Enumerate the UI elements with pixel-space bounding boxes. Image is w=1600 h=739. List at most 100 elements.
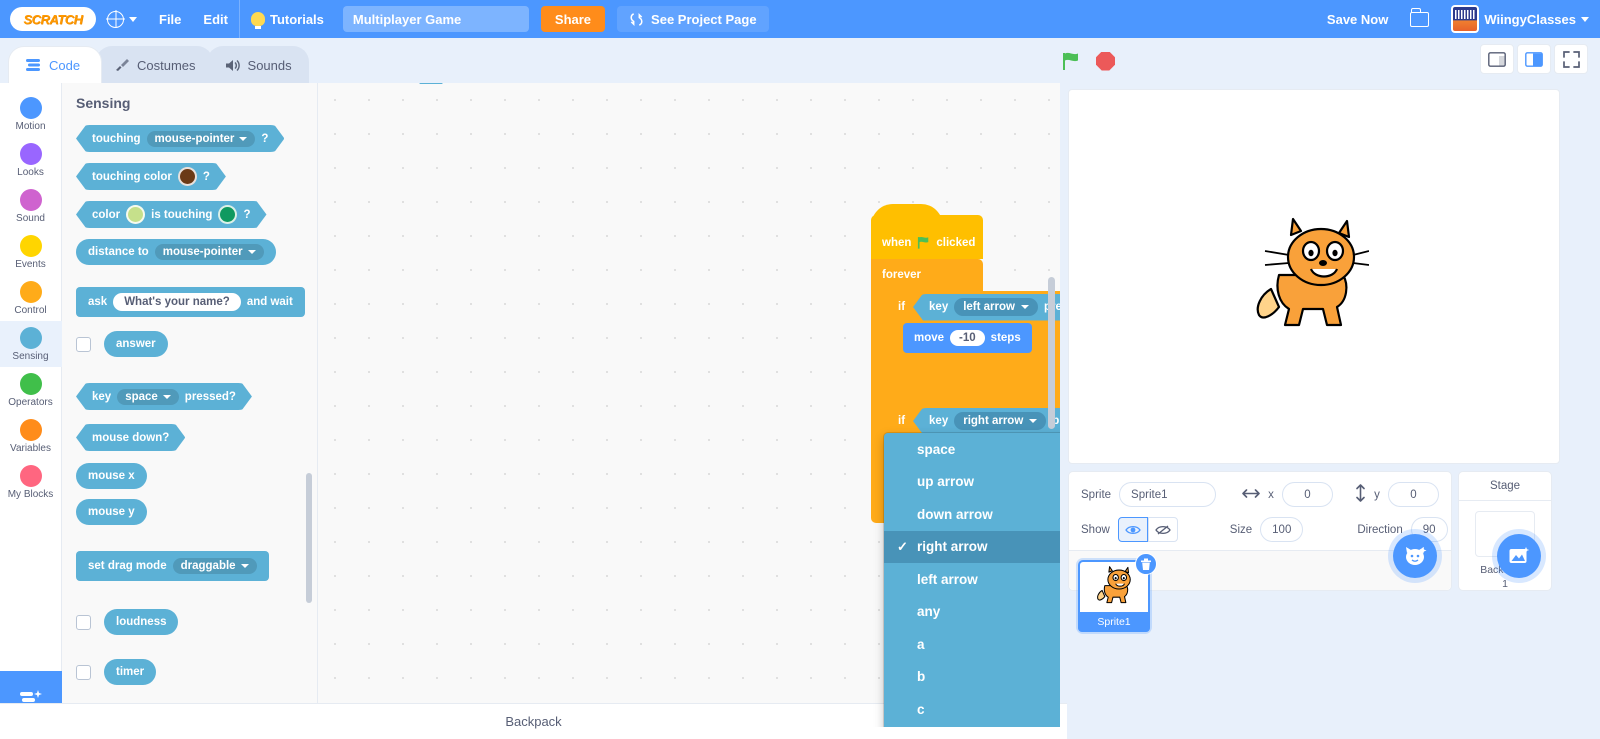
chevron-down-icon [240,564,249,568]
stage[interactable] [1068,89,1560,464]
fullscreen-button[interactable] [1554,44,1588,74]
move-label: move [914,332,945,344]
block-move-steps[interactable]: move -10 steps [903,323,1032,353]
menu-file[interactable]: File [148,0,192,38]
share-button[interactable]: Share [540,6,606,32]
category-operators[interactable]: Operators [0,367,62,413]
touching-target-dropdown[interactable]: mouse-pointer [147,131,256,147]
scratch-logo[interactable]: SCRATCH [10,7,96,31]
distance-target-dropdown[interactable]: mouse-pointer [154,244,264,260]
green-flag-button[interactable] [1060,50,1082,72]
dropdown-option-label: space [917,441,956,457]
x-input[interactable]: 0 [1281,482,1334,507]
choose-backdrop-button[interactable] [1497,534,1541,578]
block-key-right-arrow-pressed[interactable]: key right arrow pressed? [913,408,1060,435]
block-mouse-y[interactable]: mouse y [76,499,317,525]
avatar [1451,5,1480,33]
dropdown-option-any[interactable]: any [884,596,1060,629]
show-label: Show [1081,523,1110,536]
menu-edit[interactable]: Edit [192,0,239,38]
clicked-label: clicked [936,236,976,249]
menu-tutorials[interactable]: Tutorials [240,0,335,38]
code-workspace[interactable]: when clicked forever if key left arrow m… [318,83,1060,727]
block-key-left-arrow-pressed[interactable]: key left arrow pressed? [913,294,1060,321]
color-swatch-a[interactable] [126,205,145,224]
color-swatch-b[interactable] [218,205,237,224]
if2-key-dropdown[interactable]: right arrow [954,412,1046,430]
block-touching[interactable]: touching mouse-pointer ? [76,125,284,152]
y-input[interactable]: 0 [1387,482,1439,507]
key-value-dropdown[interactable]: space [117,389,179,405]
block-distance-to[interactable]: distance to mouse-pointer [76,239,317,265]
category-my-blocks[interactable]: My Blocks [0,459,62,505]
palette-scrollbar[interactable] [306,473,312,603]
language-selector[interactable] [96,0,148,38]
stage-selector[interactable]: Stage Backdrops 1 [1458,471,1552,591]
tab-sounds[interactable]: Sounds [206,46,309,83]
small-stage-button[interactable] [1480,44,1514,74]
block-if-left-arrow[interactable]: if key left arrow pressed? then [887,291,1060,323]
if1-key-dropdown[interactable]: left arrow [954,298,1038,316]
category-sensing[interactable]: Sensing [0,321,62,367]
operators-color-dot [19,373,42,395]
category-looks[interactable]: Looks [0,137,62,183]
category-events[interactable]: Events [0,229,62,275]
motion-color-dot [19,97,42,119]
block-loudness[interactable]: loudness [104,609,179,635]
category-variables[interactable]: Variables [0,413,62,459]
category-control[interactable]: Control [0,275,62,321]
account-menu[interactable]: WiingyClasses [1440,0,1600,38]
dropdown-option-down-arrow[interactable]: down arrow [884,498,1060,531]
tab-costumes[interactable]: Costumes [96,46,213,83]
sprite-card-sprite1[interactable]: Sprite1 [1078,553,1157,632]
ask-input[interactable]: What's your name? [113,293,241,311]
block-touching-color[interactable]: touching color ? [76,163,226,190]
sprite-cat-on-stage[interactable] [1249,217,1369,335]
is-touching-question: ? [243,208,251,221]
show-sprite-button[interactable] [1117,517,1148,542]
category-sound[interactable]: Sound [0,183,62,229]
project-title-input[interactable] [342,6,529,32]
refresh-icon [630,12,643,26]
block-timer[interactable]: timer [104,659,157,685]
block-when-flag-clicked[interactable]: when clicked [871,204,983,259]
block-set-drag-mode[interactable]: set drag mode draggable [76,551,317,581]
delete-sprite-button[interactable] [1135,553,1157,575]
key-option-dropdown-menu[interactable]: space up arrow down arrow ✓ right arrow … [884,433,1060,727]
dropdown-option-up-arrow[interactable]: up arrow [884,466,1060,499]
save-now-button[interactable]: Save Now [1316,0,1399,38]
block-color-is-touching[interactable]: color is touching ? [76,201,267,228]
block-mouse-x[interactable]: mouse x [76,463,317,489]
tab-code[interactable]: Code [8,46,102,83]
dropdown-option-right-arrow[interactable]: ✓ right arrow [884,530,1060,563]
see-project-page-button[interactable]: See Project Page [617,6,769,32]
hide-sprite-button[interactable] [1147,517,1178,542]
eye-icon [1124,525,1141,534]
dropdown-option-space[interactable]: space [884,433,1060,466]
distance-target-value: mouse-pointer [162,246,243,258]
size-input[interactable]: 100 [1260,517,1304,542]
dropdown-option-left-arrow[interactable]: left arrow [884,563,1060,596]
block-forever[interactable]: forever [871,259,983,291]
dropdown-option-a[interactable]: a [884,628,1060,661]
drag-mode-dropdown[interactable]: draggable [172,558,257,574]
move-steps-input[interactable]: -10 [950,330,985,346]
block-palette[interactable]: Sensing touching mouse-pointer ? touchin… [62,83,318,727]
block-ask-and-wait[interactable]: ask What's your name? and wait [76,287,317,317]
block-mouse-down[interactable]: mouse down? [76,424,317,451]
dropdown-option-c[interactable]: c [884,693,1060,726]
sprite-name-input[interactable]: Sprite1 [1119,482,1217,507]
category-motion[interactable]: Motion [0,91,62,137]
touching-color-swatch[interactable] [178,167,197,186]
large-stage-button[interactable] [1517,44,1551,74]
block-key-pressed[interactable]: key space pressed? [76,383,317,410]
choose-sprite-button[interactable] [1393,534,1437,578]
block-answer[interactable]: answer [104,331,168,357]
dropdown-option-b[interactable]: b [884,661,1060,694]
my-stuff-button[interactable] [1399,0,1440,38]
timer-monitor-checkbox[interactable] [76,664,91,680]
workspace-scrollbar-vertical[interactable] [1048,277,1055,429]
stop-button[interactable] [1096,51,1115,71]
answer-monitor-checkbox[interactable] [76,336,91,352]
loudness-monitor-checkbox[interactable] [76,614,91,630]
